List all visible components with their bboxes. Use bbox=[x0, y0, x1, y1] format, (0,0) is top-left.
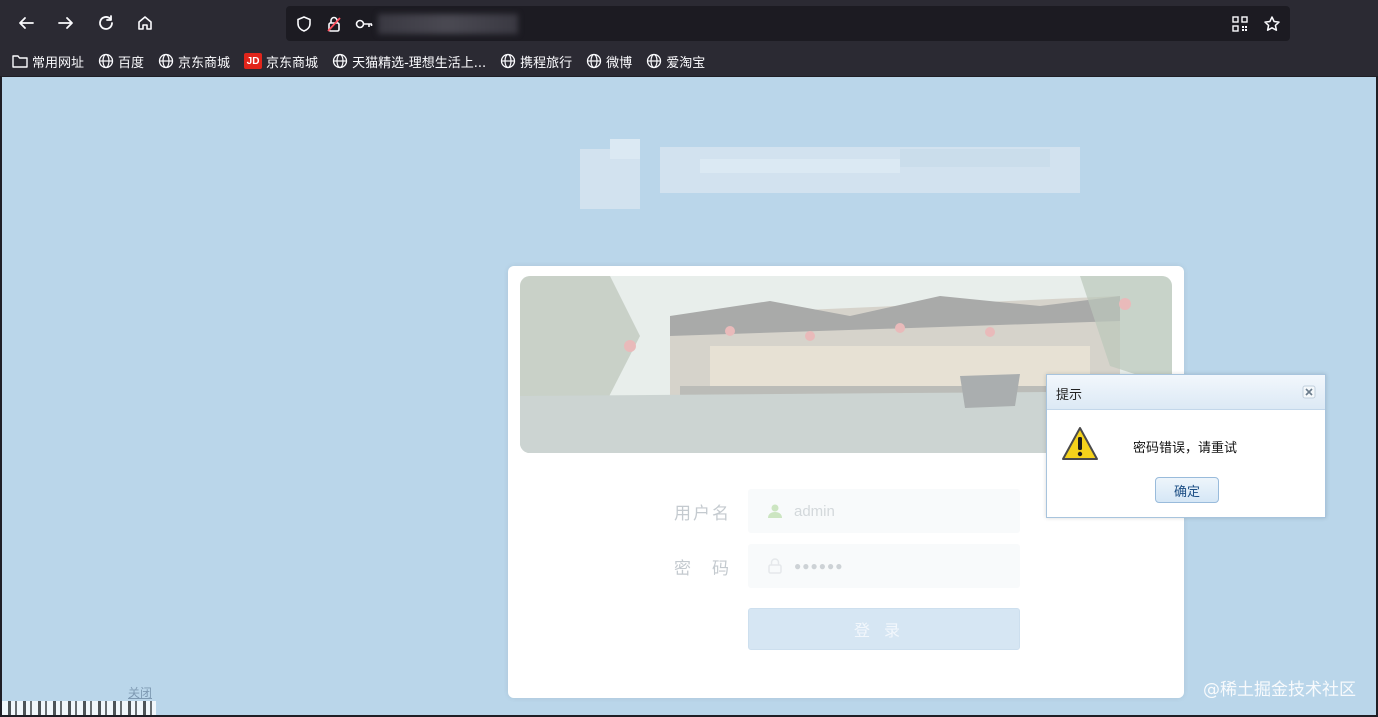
dialog-header: 提示 bbox=[1047, 375, 1325, 410]
forward-icon[interactable] bbox=[52, 9, 80, 37]
username-label: 用户名 bbox=[674, 504, 731, 524]
bookmark-baidu[interactable]: 百度 bbox=[98, 52, 144, 71]
home-icon[interactable] bbox=[131, 9, 159, 37]
bookmark-label: 京东商城 bbox=[178, 55, 231, 71]
globe-icon bbox=[98, 53, 114, 69]
globe-icon bbox=[501, 53, 516, 69]
dialog-title: 提示 bbox=[1056, 388, 1083, 403]
bookmark-label: 微博 bbox=[606, 55, 633, 71]
username-field[interactable]: admin bbox=[748, 489, 1020, 533]
bookmark-tmall[interactable]: 天猫精选-理想生活上... bbox=[332, 52, 486, 71]
ok-button[interactable]: 确定 bbox=[1155, 477, 1219, 503]
globe-icon bbox=[332, 53, 348, 69]
bookmarks-bar: 常用网址 百度 京东商城 JD 京东商城 天猫精选-理想生活上... 携程旅行 … bbox=[0, 46, 1378, 76]
bookmark-label: 百度 bbox=[118, 55, 145, 71]
globe-icon bbox=[647, 53, 662, 69]
shield-icon[interactable] bbox=[294, 14, 314, 34]
alert-dialog: 提示 密码错误，请重试 确定 bbox=[1046, 374, 1326, 518]
bookmark-weibo[interactable]: 微博 bbox=[586, 52, 632, 71]
jd-icon: JD bbox=[244, 53, 263, 69]
bookmark-label: 常用网址 bbox=[32, 55, 85, 71]
page-content: 用户名 admin 密 码 ●●●●●● 登录 关闭 @稀土掘金技术社区 提示 … bbox=[2, 77, 1376, 715]
bookmark-jd[interactable]: 京东商城 bbox=[158, 52, 230, 71]
globe-icon bbox=[587, 53, 602, 69]
close-link[interactable]: 关闭 bbox=[128, 684, 152, 701]
qr-code-icon[interactable] bbox=[1230, 14, 1250, 34]
url-text-redacted bbox=[378, 14, 518, 34]
key-icon[interactable] bbox=[354, 14, 374, 34]
bookmark-label: 天猫精选-理想生活上... bbox=[352, 55, 487, 71]
browser-toolbar bbox=[0, 0, 1378, 46]
watermark: @稀土掘金技术社区 bbox=[1203, 680, 1356, 700]
back-icon[interactable] bbox=[12, 9, 40, 37]
bookmark-label: 京东商城 bbox=[266, 55, 319, 71]
lock-icon bbox=[768, 558, 782, 574]
password-label: 密 码 bbox=[674, 559, 731, 579]
bookmark-aitaobao[interactable]: 爱淘宝 bbox=[646, 52, 705, 71]
password-field[interactable]: ●●●●●● bbox=[748, 544, 1020, 588]
folder-icon bbox=[12, 55, 28, 68]
user-icon bbox=[768, 504, 782, 518]
insecure-lock-icon[interactable] bbox=[324, 14, 344, 34]
site-logo-redacted bbox=[580, 139, 1082, 219]
globe-icon bbox=[158, 53, 174, 69]
bookmark-folder-common[interactable]: 常用网址 bbox=[12, 52, 84, 71]
bookmark-jd-2[interactable]: JD 京东商城 bbox=[244, 52, 318, 71]
qr-code-partial bbox=[2, 701, 156, 715]
bookmark-label: 携程旅行 bbox=[520, 55, 573, 71]
login-button[interactable]: 登录 bbox=[748, 608, 1020, 650]
url-bar[interactable] bbox=[286, 6, 1290, 41]
bookmark-label: 爱淘宝 bbox=[666, 55, 706, 71]
username-value: admin bbox=[794, 502, 835, 520]
bookmark-ctrip[interactable]: 携程旅行 bbox=[500, 52, 572, 71]
reload-icon[interactable] bbox=[92, 9, 120, 37]
warning-icon bbox=[1062, 427, 1098, 460]
close-icon[interactable] bbox=[1302, 385, 1316, 399]
star-icon[interactable] bbox=[1262, 14, 1282, 34]
password-value: ●●●●●● bbox=[794, 559, 844, 573]
dialog-message: 密码错误，请重试 bbox=[1133, 441, 1238, 456]
